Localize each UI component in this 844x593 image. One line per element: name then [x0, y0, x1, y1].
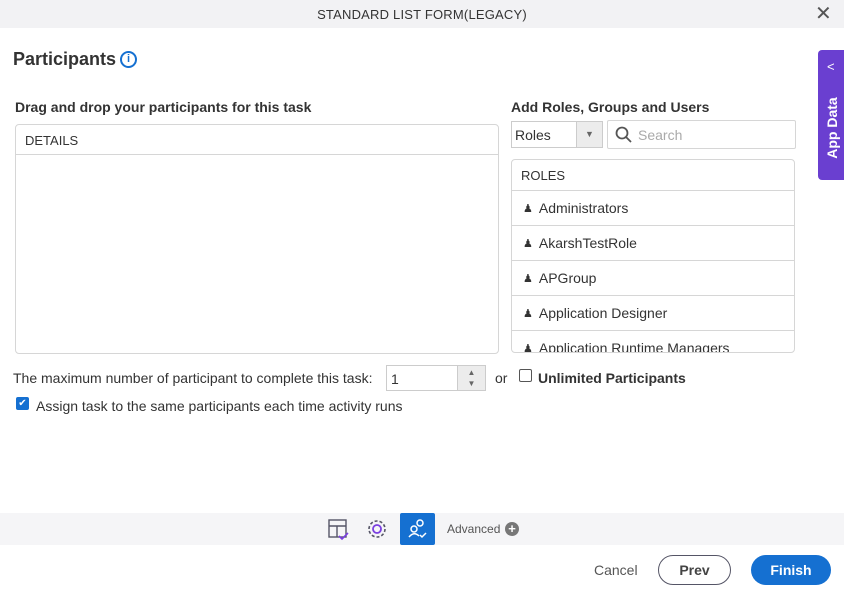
chevron-down-icon[interactable]: ▼: [576, 122, 602, 147]
or-label: or: [495, 370, 508, 386]
search-box[interactable]: [607, 120, 796, 149]
role-label: Administrators: [538, 200, 629, 216]
gear-icon: [368, 520, 386, 538]
finish-button[interactable]: Finish: [751, 555, 831, 585]
plus-circle-icon[interactable]: +: [505, 522, 519, 536]
list-item[interactable]: ♟ AkarshTestRole: [512, 226, 794, 261]
list-item[interactable]: ♟ APGroup: [512, 261, 794, 296]
role-icon: ♟: [523, 237, 533, 250]
max-participants-stepper[interactable]: 1 ▲ ▼: [386, 365, 486, 391]
assign-same-label: Assign task to the same participants eac…: [36, 398, 403, 414]
search-input[interactable]: [638, 125, 788, 145]
list-item[interactable]: ♟ Application Designer: [512, 296, 794, 331]
role-label: AkarshTestRole: [538, 235, 637, 251]
role-label: APGroup: [538, 270, 597, 286]
list-item[interactable]: ♟ Administrators: [512, 191, 794, 226]
form-step-button[interactable]: [321, 513, 355, 545]
list-item[interactable]: ♟ Application Runtime Managers: [512, 331, 794, 353]
details-label: Drag and drop your participants for this…: [15, 99, 312, 115]
chevron-left-icon: <: [827, 59, 835, 74]
type-select[interactable]: Roles ▼: [511, 121, 603, 148]
role-icon: ♟: [523, 307, 533, 320]
add-roles-label: Add Roles, Groups and Users: [511, 99, 710, 115]
title-bar: STANDARD LIST FORM(LEGACY) ✕: [0, 0, 844, 28]
app-data-label: App Data: [824, 97, 840, 159]
page-title: Participants: [13, 49, 117, 69]
max-participants-label: The maximum number of participant to com…: [13, 370, 373, 386]
details-header: DETAILS: [16, 125, 498, 155]
advanced-label[interactable]: Advanced: [447, 522, 500, 536]
unlimited-checkbox[interactable]: [519, 369, 532, 382]
settings-step-button[interactable]: [360, 513, 394, 545]
unlimited-label: Unlimited Participants: [538, 370, 686, 386]
app-data-tab[interactable]: < App Data: [818, 50, 844, 180]
participants-icon: [407, 519, 427, 539]
participants-step-button[interactable]: [400, 513, 435, 545]
form-check-icon: [328, 519, 349, 541]
info-icon[interactable]: i: [120, 51, 137, 68]
type-select-value: Roles: [515, 127, 551, 143]
cancel-button[interactable]: Cancel: [594, 562, 638, 578]
search-icon: [615, 126, 632, 143]
stepper-arrows[interactable]: ▲ ▼: [457, 366, 485, 390]
window-title: STANDARD LIST FORM(LEGACY): [317, 6, 527, 22]
role-icon: ♟: [523, 342, 533, 353]
roles-header: ROLES: [512, 160, 794, 191]
step-toolbar: Advanced +: [0, 513, 844, 545]
prev-button[interactable]: Prev: [658, 555, 731, 585]
role-label: Application Designer: [538, 305, 668, 321]
role-icon: ♟: [523, 272, 533, 285]
participants-drop-zone[interactable]: DETAILS: [15, 124, 499, 354]
close-icon[interactable]: ✕: [815, 4, 832, 24]
role-label: Application Runtime Managers: [538, 340, 730, 353]
assign-same-checkbox[interactable]: ✔: [16, 397, 29, 410]
max-participants-value: 1: [391, 371, 399, 387]
role-icon: ♟: [523, 202, 533, 215]
roles-list: ROLES ♟ Administrators ♟ AkarshTestRole ♟ A…: [511, 159, 795, 353]
